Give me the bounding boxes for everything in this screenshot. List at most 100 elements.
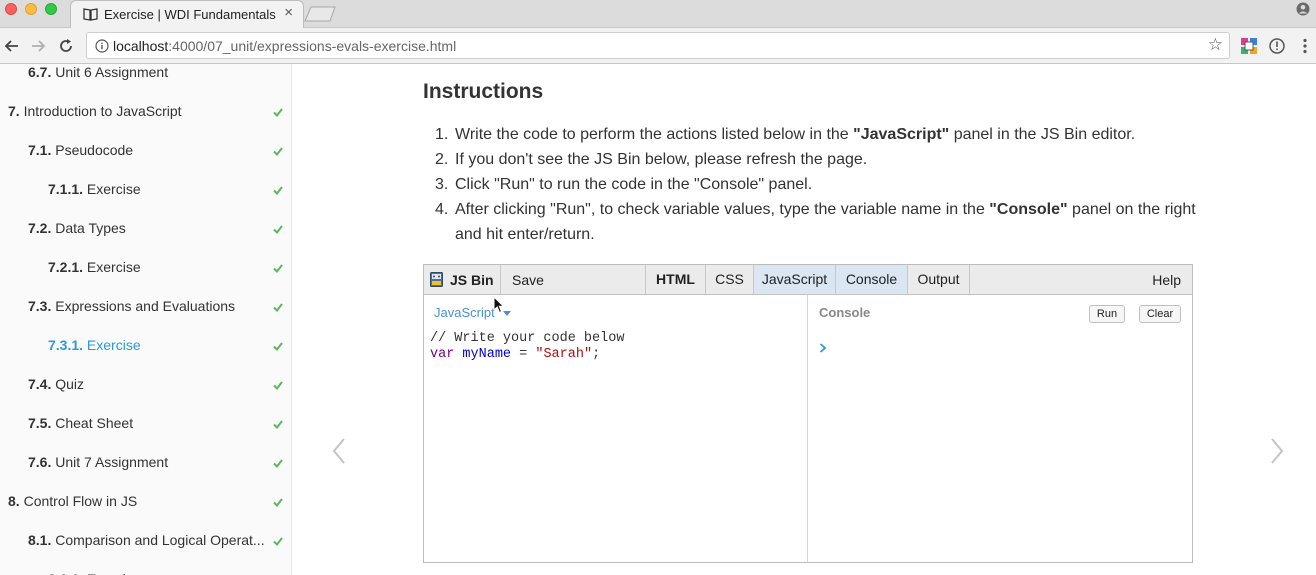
check-icon bbox=[273, 459, 283, 469]
jsbin-toolbar: JS Bin Save HTML CSS JavaScript Console Outp… bbox=[424, 265, 1192, 295]
code-area[interactable]: // Write your code below var myName = "S… bbox=[430, 331, 624, 363]
sidebar-item-number: 7.1. bbox=[28, 142, 52, 158]
sidebar-item[interactable]: 8.1.1. Exercise bbox=[0, 571, 291, 575]
javascript-editor-panel[interactable]: JavaScript // Write your code below var … bbox=[424, 295, 808, 562]
check-icon bbox=[273, 264, 283, 274]
sidebar-item-label: Exercise bbox=[86, 337, 141, 353]
sidebar-item[interactable]: 7. Introduction to JavaScript bbox=[0, 103, 291, 123]
jsbin-save-button[interactable]: Save bbox=[501, 265, 646, 294]
sidebar-item[interactable]: 7.1. Pseudocode bbox=[0, 142, 291, 162]
url-text[interactable]: localhost:4000/07_unit/expressions-evals… bbox=[113, 38, 456, 54]
jsbin-panel-tab[interactable]: JavaScript bbox=[754, 265, 836, 294]
editor-language-dropdown[interactable]: JavaScript bbox=[434, 305, 495, 320]
sidebar-item[interactable]: 8. Control Flow in JS bbox=[0, 493, 291, 513]
book-icon bbox=[83, 8, 98, 21]
console-label: Console bbox=[819, 305, 871, 320]
run-button[interactable]: Run bbox=[1089, 305, 1125, 323]
check-icon bbox=[273, 342, 283, 352]
sidebar-item-label: Data Types bbox=[55, 220, 126, 236]
sidebar-item-label: Exercise bbox=[86, 181, 141, 197]
step-text: panel in the JS Bin editor. bbox=[949, 126, 1136, 143]
code-variable: myName bbox=[462, 347, 512, 362]
tab-close-icon[interactable]: × bbox=[284, 5, 293, 21]
console-prompt-icon bbox=[819, 343, 827, 353]
instruction-step: 2. If you don't see the JS Bin below, ple… bbox=[423, 147, 1203, 172]
browser-tab-active[interactable]: Exercise | WDI Fundamentals × bbox=[70, 0, 304, 28]
sidebar-item-label: Exercise bbox=[86, 259, 141, 275]
sidebar-item[interactable]: 7.2. Data Types bbox=[0, 220, 291, 240]
page-heading: Instructions bbox=[423, 80, 544, 103]
sidebar-item[interactable]: 7.2.1. Exercise bbox=[0, 259, 291, 279]
back-arrow-icon[interactable] bbox=[3, 37, 21, 55]
step-text: Click "Run" to run the code in the "Cons… bbox=[455, 176, 813, 193]
console-panel[interactable]: Console Run Clear bbox=[809, 295, 1192, 562]
previous-page-chevron-icon[interactable] bbox=[330, 436, 348, 466]
sidebar-item[interactable]: 7.3.1. Exercise bbox=[0, 337, 291, 357]
sidebar-item-number: 8. bbox=[8, 493, 20, 509]
sidebar-item[interactable]: 7.1.1. Exercise bbox=[0, 181, 291, 201]
step-text: Write the code to perform the actions li… bbox=[455, 126, 854, 143]
close-window-button[interactable] bbox=[5, 3, 17, 15]
step-number: 1. bbox=[435, 126, 449, 143]
check-icon bbox=[273, 303, 283, 313]
check-icon bbox=[273, 537, 283, 547]
jsbin-logo-button[interactable]: JS Bin bbox=[424, 265, 501, 294]
code-operator: = bbox=[511, 347, 536, 362]
jsbin-help-button[interactable]: Help bbox=[1152, 272, 1181, 288]
code-string: "Sarah" bbox=[535, 347, 593, 362]
sidebar-item-label: Introduction to JavaScript bbox=[23, 103, 182, 119]
instruction-step: 1. Write the code to perform the actions … bbox=[423, 122, 1203, 147]
sidebar-item-number: 7.2.1. bbox=[48, 259, 84, 275]
jsbin-logo-icon bbox=[430, 272, 443, 287]
next-page-chevron-icon[interactable] bbox=[1268, 436, 1286, 466]
sidebar-item-number: 8.1. bbox=[28, 532, 52, 548]
sidebar-item-label: Control Flow in JS bbox=[23, 493, 138, 509]
sidebar-item[interactable]: 7.5. Cheat Sheet bbox=[0, 415, 291, 435]
extension-icon[interactable] bbox=[1240, 37, 1258, 55]
code-comment: // Write your code below bbox=[430, 331, 625, 346]
sidebar-item-number: 7.3. bbox=[28, 298, 52, 314]
minimize-window-button[interactable] bbox=[25, 3, 37, 15]
step-number: 3. bbox=[435, 176, 449, 193]
sidebar-item[interactable]: 7.3. Expressions and Evaluations bbox=[0, 298, 291, 318]
sidebar-item-number: 7.4. bbox=[28, 376, 52, 392]
maximize-window-button[interactable] bbox=[45, 3, 57, 15]
extension-info-icon[interactable] bbox=[1268, 37, 1286, 55]
sidebar-item-label: Exercise bbox=[87, 571, 141, 575]
jsbin-panel-tab[interactable]: Console bbox=[836, 265, 908, 294]
check-icon bbox=[273, 108, 283, 118]
address-bar[interactable]: localhost:4000/07_unit/expressions-evals… bbox=[86, 32, 1230, 59]
clear-button[interactable]: Clear bbox=[1139, 305, 1181, 323]
bookmark-star-icon[interactable]: ☆ bbox=[1208, 36, 1223, 54]
sidebar-item[interactable]: 7.4. Quiz bbox=[0, 376, 291, 396]
save-label: Save bbox=[512, 272, 544, 288]
sidebar-item-label: Quiz bbox=[55, 376, 85, 392]
sidebar-item-label: Pseudocode bbox=[55, 142, 134, 158]
jsbin-embed: JS Bin Save HTML CSS JavaScript Console Outp… bbox=[423, 264, 1193, 563]
step-number: 2. bbox=[435, 151, 449, 168]
instruction-list: 1. Write the code to perform the actions … bbox=[423, 122, 1203, 247]
new-tab-button[interactable] bbox=[303, 6, 337, 22]
forward-arrow-icon[interactable] bbox=[29, 37, 47, 55]
sidebar-item[interactable]: 6.7. Unit 6 Assignment bbox=[0, 64, 291, 84]
tab-title: Exercise | WDI Fundamentals bbox=[104, 7, 276, 22]
profile-icon[interactable] bbox=[1296, 2, 1310, 16]
browser-toolbar: localhost:4000/07_unit/expressions-evals… bbox=[0, 28, 1316, 64]
site-info-icon[interactable] bbox=[95, 39, 109, 53]
step-emphasis: "JavaScript" bbox=[853, 126, 950, 143]
sidebar-item[interactable]: 8.1. Comparison and Logical Operat... bbox=[0, 532, 291, 552]
main-content: Instructions 1. Write the code to perform… bbox=[293, 64, 1316, 575]
jsbin-panel-tab[interactable]: HTML bbox=[646, 265, 706, 294]
reload-icon[interactable] bbox=[57, 37, 75, 55]
sidebar-item-number: 7.6. bbox=[28, 454, 52, 470]
sidebar-item[interactable]: 7.6. Unit 7 Assignment bbox=[0, 454, 291, 474]
url-host: localhost bbox=[113, 38, 169, 54]
jsbin-panel-tab[interactable]: Output bbox=[908, 265, 970, 294]
browser-menu-icon[interactable] bbox=[1296, 37, 1314, 55]
step-text: After clicking "Run", to check variable … bbox=[455, 201, 990, 218]
sidebar-item-number: 6.7. bbox=[28, 64, 52, 80]
jsbin-panel-tab[interactable]: CSS bbox=[706, 265, 754, 294]
url-path: :4000/07_unit/expressions-evals-exercise… bbox=[168, 38, 457, 54]
mouse-cursor-icon bbox=[493, 296, 505, 314]
sidebar-item-number: 7.1.1. bbox=[48, 181, 84, 197]
